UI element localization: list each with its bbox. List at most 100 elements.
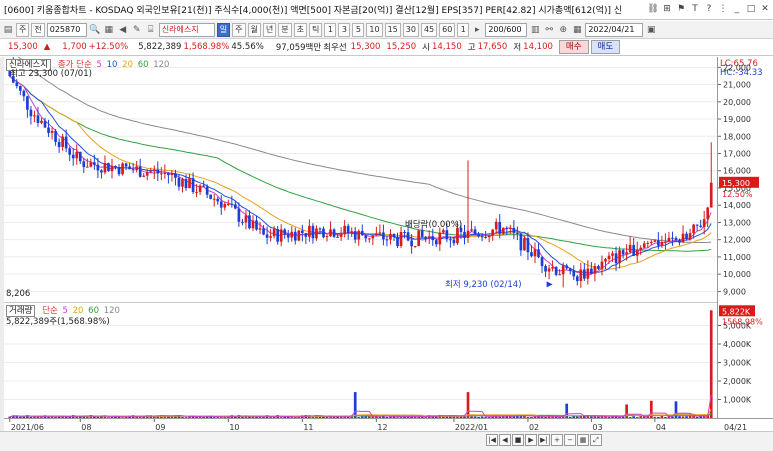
stock-type-button[interactable]: 주 [16,22,30,37]
overlay-icon[interactable]: ⊕ [557,23,569,37]
candle-body [297,230,301,241]
scroll-last-icon[interactable]: ▶| [538,434,550,446]
scroll-prev-icon[interactable]: ◀ [499,434,511,446]
date-input[interactable]: 2022/04/21 [585,22,644,37]
volume-tick-label: 2,000K [723,377,752,386]
candle-body [540,257,544,267]
calendar-icon[interactable]: ▦ [571,23,583,37]
candle-body [346,225,350,233]
best-bid-label: 최우선 [323,43,347,53]
period-year-button[interactable]: 년 [262,22,277,37]
candle-body [152,169,156,172]
period-second-button[interactable]: 초 [293,22,307,37]
candle-body [434,240,438,245]
candle-body [163,173,167,175]
candle-body [353,231,357,240]
stock-code-input[interactable]: 025870 [46,22,87,37]
interval-60-button[interactable]: 60 [439,22,456,37]
candle-body [431,236,435,241]
data-count-input[interactable]: 200/600 [485,22,528,37]
date-axis: 2021/06 08 09 10 11 12 2022/01 02 03 04 04/21 [4,418,773,432]
candle-body [18,86,22,91]
zoom-out-icon[interactable]: − [564,434,576,446]
candle-body [466,230,470,238]
interval-1-button[interactable]: 1 [324,22,337,37]
right-price-axis: LC:65.76 HC:-34.33 22,000 21,000 20,000 19,00… [717,57,773,418]
search-icon[interactable]: 🔍 [89,23,101,37]
volume-value: 5,822,389 [138,42,182,52]
link-icon[interactable]: ⛓ [647,2,659,16]
scroll-next-icon[interactable]: ▶ [525,434,537,446]
minimize-icon[interactable]: _ [731,2,743,16]
candle-body [290,231,294,238]
interval-30-button[interactable]: 30 [402,22,419,37]
chart-settings-icon[interactable]: ▥ [529,23,541,37]
period-day-button[interactable]: 일 [216,22,231,37]
maximize-icon[interactable]: □ [745,2,757,16]
spin-icon[interactable]: ▸ [471,23,483,37]
candle-body [375,233,378,236]
highest-annotation: 최고 23,300 (07/01) [10,69,92,79]
candle-body [657,240,660,246]
pin-icon[interactable]: ⊞ [661,2,673,16]
close-icon[interactable]: ✕ [759,2,771,16]
period-month-button[interactable]: 월 [247,22,261,37]
candle-body [639,247,643,250]
candle-body [103,163,107,173]
candle-body [413,246,417,248]
stock-name-field[interactable]: 신라에스지 [158,22,215,37]
interval-custom-field[interactable]: 1 [457,22,470,37]
candle-body [308,225,311,237]
candle-body [57,141,61,147]
ma10-line [9,75,712,274]
candle-body [632,244,636,256]
turnover-rate: 45.56% [231,42,264,52]
candle-body [417,230,421,247]
interval-45-button[interactable]: 45 [420,22,438,37]
speaker-icon[interactable]: ◀ [117,23,129,37]
volume-tick-label: 1,000K [723,396,752,405]
zoom-in-icon[interactable]: + [551,434,563,446]
ma20-label: 20 [122,60,133,70]
interval-5-button[interactable]: 5 [352,22,365,37]
layout-icon[interactable]: ▣ [645,23,657,37]
volume-tick-label: 3,000K [723,359,752,368]
candle-body [649,241,653,243]
candle-body [336,236,339,238]
grid-icon[interactable]: ▦ [577,434,589,446]
candle-body [586,268,590,279]
volume-chart-pane[interactable]: 거래량 단순 5 20 60 120 5,822,389주(1,568.98%) [4,302,717,418]
candle-body [664,241,667,243]
panel-toggle-icon[interactable]: ▤ [2,23,14,37]
interval-15-button[interactable]: 15 [384,22,401,37]
candle-body [519,233,523,251]
period-minute-button[interactable]: 분 [278,22,292,37]
period-week-button[interactable]: 주 [232,22,246,37]
candle-body [216,198,220,202]
market-button[interactable]: 전 [31,22,45,37]
expand-icon[interactable]: ⤢ [590,434,602,446]
price-chart-pane[interactable]: 신라에스지 종가 단순 5 10 20 60 120 최고 23,300 (07… [4,44,717,300]
period-tick-button[interactable]: 틱 [309,22,323,37]
bottom-scroll-bar: |◀ ◀ ■ ▶ ▶| + − ▦ ⤢ [0,431,773,451]
bookmark-icon[interactable]: ⌸ [145,23,157,37]
font-icon[interactable]: T [689,2,701,16]
candle-body [558,274,562,276]
buy-button[interactable]: 매수 [558,40,589,54]
candle-body [367,238,371,240]
interval-10-button[interactable]: 10 [366,22,383,37]
help-icon[interactable]: ? [703,2,715,16]
candle-body [191,178,195,192]
scroll-first-icon[interactable]: |◀ [486,434,498,446]
link-chart-icon[interactable]: ⚯ [543,23,555,37]
edit-icon[interactable]: ✎ [131,23,143,37]
price-tick-label: 11,000 [723,253,751,262]
interval-3-button[interactable]: 3 [338,22,351,37]
candle-body [357,230,361,240]
sell-button[interactable]: 매도 [590,40,621,54]
chart-type-icon[interactable]: ▦ [103,23,115,37]
candle-body [424,236,428,239]
tool-icon[interactable]: ⚑ [675,2,687,16]
stop-icon[interactable]: ■ [512,434,524,446]
dropdown-icon[interactable]: ⋮ [717,2,729,16]
